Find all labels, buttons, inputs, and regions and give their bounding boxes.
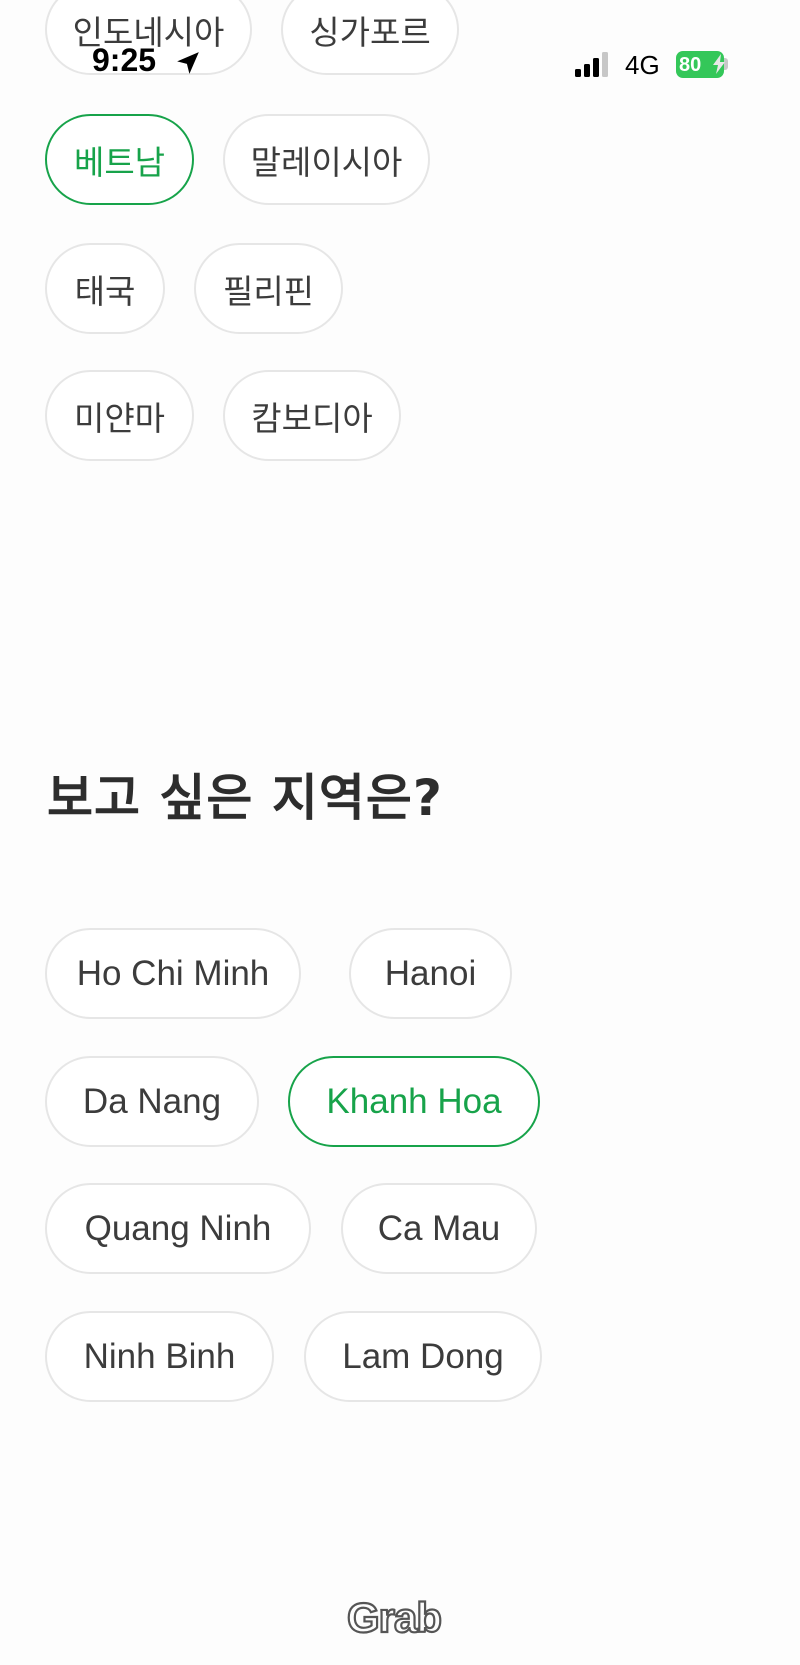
country-chip-singapore[interactable]: 싱가포르	[281, 0, 459, 75]
charging-bolt-icon	[713, 54, 725, 74]
country-chip-thailand[interactable]: 태국	[45, 243, 165, 334]
country-chip-philippines[interactable]: 필리핀	[194, 243, 343, 334]
region-chip-lam-dong[interactable]: Lam Dong	[304, 1311, 542, 1402]
battery-level: 80	[679, 53, 702, 76]
region-chip-ca-mau[interactable]: Ca Mau	[341, 1183, 537, 1274]
region-chip-ninh-binh[interactable]: Ninh Binh	[45, 1311, 274, 1402]
country-chip-myanmar[interactable]: 미얀마	[45, 370, 194, 461]
network-type: 4G	[625, 50, 660, 80]
region-chip-quang-ninh[interactable]: Quang Ninh	[45, 1183, 311, 1274]
country-chip-malaysia[interactable]: 말레이시아	[223, 114, 430, 205]
location-arrow-icon	[177, 52, 199, 74]
region-chip-khanh-hoa[interactable]: Khanh Hoa	[288, 1056, 540, 1147]
country-chip-vietnam[interactable]: 베트남	[45, 114, 194, 205]
svg-text:Grab: Grab	[347, 1594, 441, 1640]
region-question-heading: 보고 싶은 지역은?	[47, 769, 443, 827]
region-chip-hanoi[interactable]: Hanoi	[349, 928, 512, 1019]
country-chip-cambodia[interactable]: 캄보디아	[223, 370, 401, 461]
region-chip-ho-chi-minh[interactable]: Ho Chi Minh	[45, 928, 301, 1019]
grab-logo: Grab	[346, 1594, 443, 1640]
signal-strength-icon	[575, 52, 608, 77]
status-time: 9:25	[92, 42, 157, 78]
region-chip-da-nang[interactable]: Da Nang	[45, 1056, 259, 1147]
